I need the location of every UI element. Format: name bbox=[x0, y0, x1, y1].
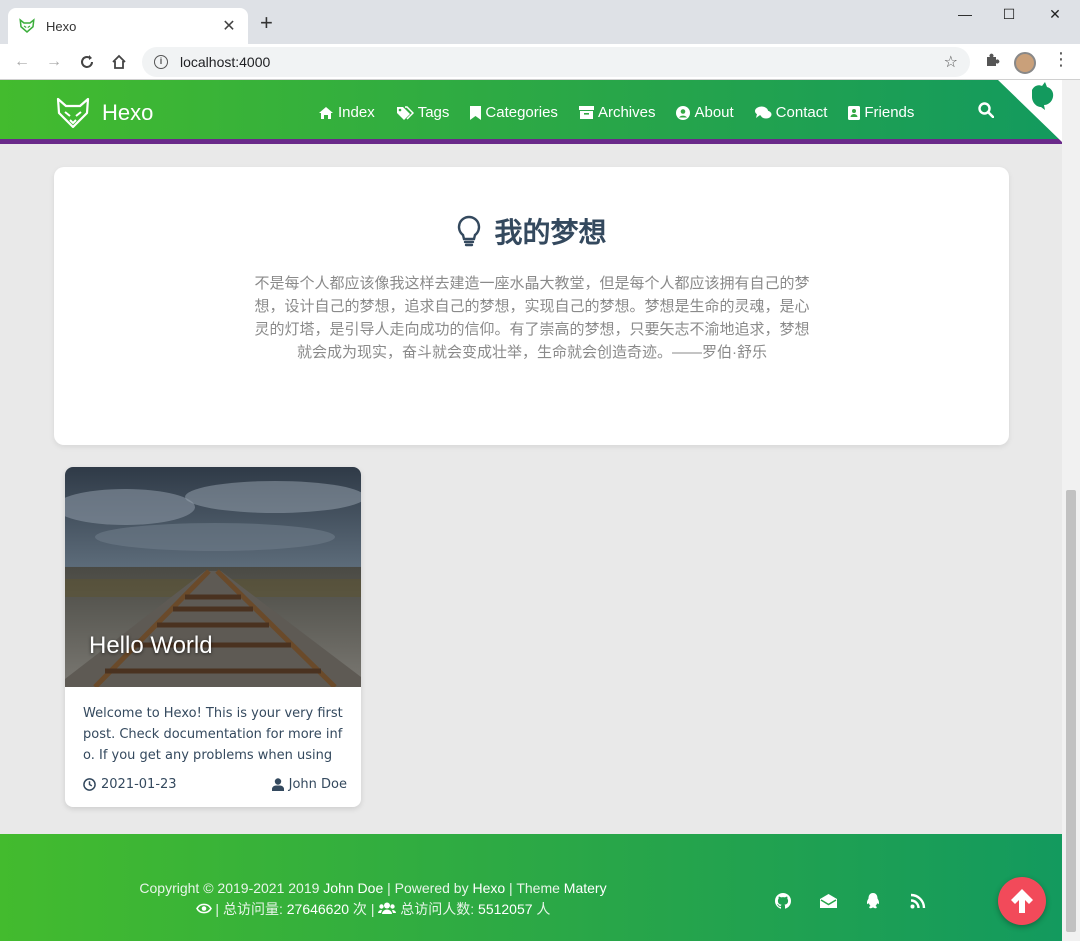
back-icon[interactable]: ← bbox=[10, 50, 34, 74]
fox-logo-icon bbox=[56, 97, 90, 129]
post-title[interactable]: Hello World bbox=[89, 632, 213, 660]
post-date: 2021-01-23 bbox=[83, 777, 177, 792]
rss-icon[interactable] bbox=[907, 890, 929, 912]
url-text[interactable]: localhost:4000 bbox=[180, 54, 944, 70]
site-info-icon[interactable]: i bbox=[154, 55, 168, 69]
visitors-label: 总访问人数: bbox=[396, 901, 479, 917]
arrow-up-icon bbox=[1011, 889, 1033, 913]
archive-icon bbox=[578, 106, 594, 119]
nav-label: Friends bbox=[864, 104, 915, 121]
users-icon bbox=[378, 902, 397, 914]
nav-friends[interactable]: Friends bbox=[848, 104, 914, 121]
browser-toolbar: ← → i localhost:4000 ☆ ⋮ bbox=[0, 44, 1080, 80]
nav-tags[interactable]: Tags bbox=[396, 104, 450, 121]
nav-categories[interactable]: Categories bbox=[470, 104, 558, 121]
hexo-link[interactable]: Hexo bbox=[472, 880, 505, 896]
new-tab-button[interactable]: + bbox=[260, 12, 273, 34]
post-author[interactable]: John Doe bbox=[271, 777, 347, 792]
minimize-button[interactable]: — bbox=[942, 6, 988, 22]
nav-label: Tags bbox=[417, 104, 450, 121]
dream-card: 我的梦想 不是每个人都应该像我这样去建造一座水晶大教堂，但是每个人都应该拥有自己… bbox=[54, 167, 1009, 445]
bookmark-icon bbox=[470, 105, 482, 120]
visitors-unit: 人 bbox=[532, 901, 551, 917]
github-icon[interactable] bbox=[772, 890, 794, 912]
main-nav: Index Tags Categories Archives About Con… bbox=[318, 104, 935, 121]
nav-index[interactable]: Index bbox=[318, 104, 375, 121]
user-icon bbox=[271, 778, 284, 791]
clock-icon bbox=[83, 778, 96, 791]
email-icon[interactable] bbox=[817, 890, 839, 912]
nav-label: About bbox=[694, 104, 734, 121]
lightbulb-icon bbox=[458, 215, 481, 247]
views-label: | 总访问量: bbox=[211, 901, 287, 917]
views-count: 27646620 bbox=[286, 901, 350, 917]
theme-label: | Theme bbox=[505, 880, 564, 896]
github-corner-icon[interactable] bbox=[998, 80, 1062, 142]
page-scrollbar[interactable] bbox=[1062, 80, 1080, 941]
post-excerpt: Welcome to Hexo! This is your very first… bbox=[83, 706, 343, 763]
address-book-icon bbox=[848, 105, 861, 120]
extensions-icon[interactable] bbox=[984, 52, 1000, 73]
post-meta: 2021-01-23 John Doe bbox=[83, 777, 347, 792]
footer-author-link[interactable]: John Doe bbox=[323, 880, 383, 896]
site-footer: Copyright © 2019-2021 2019 John Doe | Po… bbox=[0, 834, 1062, 941]
bookmark-star-icon[interactable]: ☆ bbox=[944, 52, 958, 72]
nav-label: Index bbox=[338, 104, 375, 121]
forward-icon[interactable]: → bbox=[42, 50, 66, 74]
logo-text: Hexo bbox=[102, 100, 154, 125]
dream-title: 我的梦想 bbox=[54, 211, 1009, 251]
dream-text: 不是每个人都应该像我这样去建造一座水晶大教堂，但是每个人都应该拥有自己的梦想，设… bbox=[254, 275, 810, 361]
dream-title-text: 我的梦想 bbox=[494, 217, 607, 248]
nav-about[interactable]: About bbox=[676, 104, 734, 121]
hexo-fox-favicon-icon bbox=[19, 18, 35, 33]
site-header: Hexo Index Tags Categories Archives Abou… bbox=[0, 80, 1062, 144]
home-button-icon[interactable] bbox=[107, 50, 131, 74]
tab-close-icon[interactable]: ✕ bbox=[220, 16, 238, 36]
search-icon[interactable] bbox=[978, 102, 995, 123]
maximize-button[interactable]: ☐ bbox=[986, 6, 1032, 23]
theme-link[interactable]: Matery bbox=[564, 880, 607, 896]
qq-icon[interactable] bbox=[862, 890, 884, 912]
tags-icon bbox=[396, 105, 414, 120]
browser-tab[interactable]: Hexo ✕ bbox=[8, 8, 248, 44]
copyright-prefix: Copyright © 2019-2021 2019 bbox=[139, 880, 324, 896]
footer-copyright: Copyright © 2019-2021 2019 John Doe | Po… bbox=[100, 878, 646, 920]
powered-label: | Powered by bbox=[383, 880, 473, 896]
comments-icon bbox=[754, 106, 772, 118]
scrollbar-thumb[interactable] bbox=[1066, 490, 1076, 932]
nav-label: Archives bbox=[597, 104, 656, 121]
address-bar[interactable]: i localhost:4000 ☆ bbox=[142, 47, 970, 77]
site-logo[interactable]: Hexo bbox=[56, 96, 153, 130]
browser-tabbar: Hexo ✕ + — ☐ ✕ bbox=[0, 0, 1080, 44]
nav-label: Contact bbox=[775, 104, 828, 121]
reload-icon[interactable] bbox=[75, 50, 99, 74]
post-card[interactable]: Hello World Welcome to Hexo! This is you… bbox=[65, 467, 361, 807]
profile-avatar[interactable] bbox=[1014, 52, 1036, 74]
user-circle-icon bbox=[676, 105, 691, 120]
nav-label: Categories bbox=[485, 104, 558, 121]
back-to-top-button[interactable] bbox=[998, 877, 1046, 925]
visitors-count: 5512057 bbox=[478, 901, 533, 917]
close-window-button[interactable]: ✕ bbox=[1032, 6, 1078, 23]
home-icon bbox=[319, 106, 333, 119]
menu-dots-icon[interactable]: ⋮ bbox=[1052, 49, 1070, 70]
views-unit: 次 | bbox=[349, 901, 379, 917]
tab-title: Hexo bbox=[46, 18, 77, 34]
eye-icon bbox=[195, 903, 212, 914]
footer-social-icons bbox=[772, 890, 952, 912]
post-author-text: John Doe bbox=[288, 777, 347, 792]
post-date-text: 2021-01-23 bbox=[101, 777, 177, 792]
page-viewport: Hexo Index Tags Categories Archives Abou… bbox=[0, 80, 1062, 941]
nav-archives[interactable]: Archives bbox=[578, 104, 656, 121]
nav-contact[interactable]: Contact bbox=[754, 104, 828, 121]
